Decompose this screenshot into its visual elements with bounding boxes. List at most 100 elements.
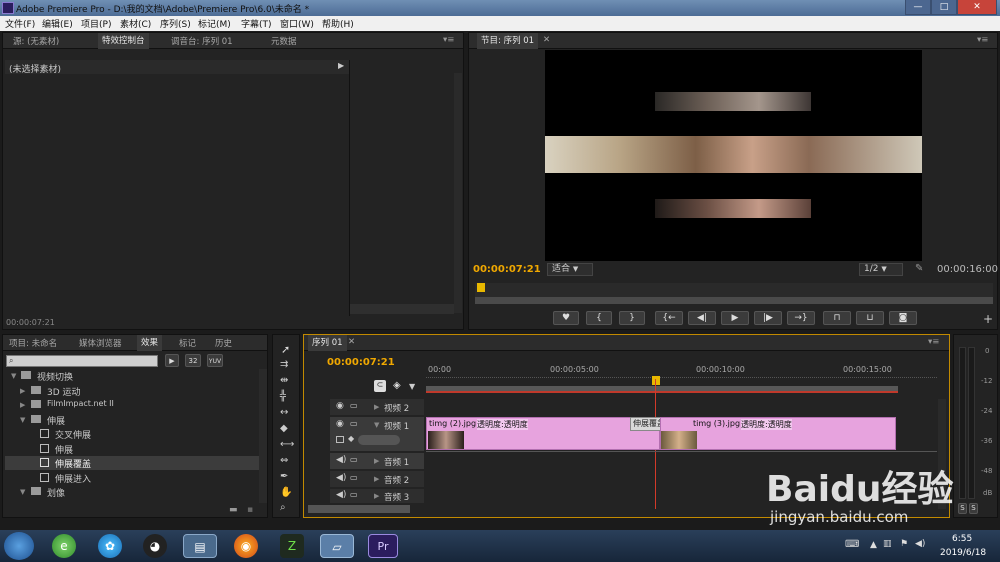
go-to-in-button[interactable]: {← <box>655 311 683 325</box>
maximize-button[interactable]: □ <box>931 0 957 15</box>
slip-tool-icon[interactable]: ⟷ <box>280 439 294 450</box>
keyboard-icon[interactable]: ⌨ <box>845 539 859 550</box>
lock-icon[interactable]: ▭ <box>350 419 358 428</box>
slide-tool-icon[interactable]: ⇔ <box>280 455 288 466</box>
work-area-bar[interactable] <box>426 386 898 393</box>
ripple-edit-tool-icon[interactable]: ⇹ <box>280 375 288 386</box>
tree-item[interactable]: 伸展 <box>5 442 259 456</box>
menu-edit[interactable]: 编辑(E) <box>42 17 73 30</box>
lock-icon[interactable]: ▭ <box>350 455 358 464</box>
file-explorer-icon[interactable]: ▤ <box>183 534 217 558</box>
timeline-scrollbar[interactable] <box>350 304 454 314</box>
expand-closed-icon[interactable]: ▶ <box>374 492 379 500</box>
program-current-timecode[interactable]: 00:00:07:21 <box>473 264 541 275</box>
window-app-icon[interactable]: ▱ <box>320 534 354 558</box>
speaker-icon[interactable]: ◀) <box>336 490 346 500</box>
mark-out-button[interactable]: } <box>619 311 645 325</box>
fit-dropdown[interactable]: 适合 ▼ <box>547 263 593 276</box>
media-player-icon[interactable]: ✿ <box>98 534 122 558</box>
vertical-scrollbar[interactable] <box>259 369 267 503</box>
zoom-tool-icon[interactable]: ⌕ <box>280 502 286 513</box>
wrench-icon[interactable]: ✎ <box>915 263 923 274</box>
track-select-tool-icon[interactable]: ⇉ <box>280 359 288 370</box>
lock-icon[interactable]: ▭ <box>350 490 358 499</box>
start-button[interactable] <box>4 532 34 560</box>
qq-icon[interactable]: ◕ <box>143 534 167 558</box>
camera-icon[interactable]: ◙ <box>889 311 917 325</box>
yuv-effects-badge[interactable]: YUV <box>207 354 223 367</box>
add-marker-icon[interactable]: ▼ <box>409 382 415 391</box>
extract-button[interactable]: ⊔ <box>856 311 884 325</box>
edit-marker-icon[interactable]: ◈ <box>393 380 401 391</box>
step-forward-button[interactable]: |▶ <box>754 311 782 325</box>
menu-clip[interactable]: 素材(C) <box>120 17 151 30</box>
minimize-button[interactable]: — <box>905 0 931 15</box>
program-time-ruler[interactable] <box>475 283 993 297</box>
video-clip[interactable]: timg (2).jpg 透明度:透明度 <box>426 417 660 450</box>
lift-button[interactable]: ⊓ <box>823 311 851 325</box>
menu-window[interactable]: 窗口(W) <box>280 17 314 30</box>
tab-source[interactable]: 源: (无素材) <box>13 35 59 47</box>
tree-item[interactable]: ▶ FilmImpact.net II <box>5 398 259 412</box>
go-to-out-button[interactable]: →} <box>787 311 815 325</box>
rate-stretch-tool-icon[interactable]: ↔ <box>280 407 288 418</box>
keyframe-nav[interactable] <box>358 435 400 445</box>
clip-fx-dropdown[interactable]: 透明度:透明度 <box>477 419 528 430</box>
panel-menu-icon[interactable]: ▾≡ <box>977 35 988 45</box>
keyframe-icon[interactable]: ◆ <box>348 434 354 443</box>
tree-item[interactable]: ▶ 3D 运动 <box>5 384 259 398</box>
tree-item[interactable]: ▼ 伸展 <box>5 413 259 427</box>
tab-metadata[interactable]: 元数据 <box>271 35 297 47</box>
lock-icon[interactable]: ▭ <box>350 401 358 410</box>
tray-expand-icon[interactable]: ▲ <box>870 540 877 550</box>
track-header-a1[interactable]: ◀) ▭ ▶ 音频 1 <box>330 453 424 469</box>
track-header-a2[interactable]: ◀) ▭ ▶ 音频 2 <box>330 471 424 487</box>
menu-project[interactable]: 项目(P) <box>81 17 111 30</box>
play-button[interactable]: ▶ <box>721 311 749 325</box>
tab-media-browser[interactable]: 媒体浏览器 <box>79 337 122 349</box>
expand-open-icon[interactable]: ▼ <box>374 421 379 429</box>
tree-item[interactable]: ▼ 划像 <box>5 485 259 499</box>
snap-icon[interactable]: ⊂ <box>374 380 386 392</box>
pen-tool-icon[interactable]: ✒ <box>280 471 288 482</box>
tree-item[interactable]: ▼ 视频切换 <box>5 369 259 383</box>
speaker-icon[interactable]: ◀) <box>336 455 346 465</box>
new-bin-icon[interactable]: ▬ <box>229 505 238 515</box>
vertical-scrollbar[interactable] <box>454 73 462 313</box>
add-button-icon[interactable]: + <box>983 312 993 326</box>
tab-program[interactable]: 节目: 序列 01 <box>477 33 539 49</box>
app-z-icon[interactable]: Z <box>280 534 304 558</box>
accelerated-effects-icon[interactable]: ▶ <box>165 354 179 367</box>
clip-fx-dropdown[interactable]: 透明度:透明度 <box>741 419 792 430</box>
network-icon[interactable]: ▥ <box>883 539 892 549</box>
add-marker-button[interactable]: ♥ <box>553 311 579 325</box>
panel-menu-icon[interactable]: ▾≡ <box>443 35 454 45</box>
mark-in-button[interactable]: { <box>586 311 612 325</box>
playhead-marker[interactable] <box>477 283 485 292</box>
hand-tool-icon[interactable]: ✋ <box>280 487 292 498</box>
firefox-icon[interactable]: ◉ <box>234 534 258 558</box>
effects-search-input[interactable]: ⌕ <box>6 355 158 367</box>
close-tab-icon[interactable]: ✕ <box>543 35 550 45</box>
menu-title[interactable]: 字幕(T) <box>241 17 272 30</box>
lock-icon[interactable]: ▭ <box>350 473 358 482</box>
premiere-taskbar-icon[interactable]: Pr <box>368 534 398 558</box>
menu-help[interactable]: 帮助(H) <box>322 17 354 30</box>
track-header-v1[interactable]: ◉ ▭ ▼ 视频 1 ◆ <box>330 417 424 451</box>
clock-date[interactable]: 2019/6/18 <box>940 548 986 558</box>
eye-icon[interactable]: ◉ <box>336 401 344 411</box>
volume-icon[interactable]: ◀) <box>915 539 925 549</box>
track-header-a3[interactable]: ◀) ▭ ▶ 音频 3 <box>330 489 424 503</box>
expand-closed-icon[interactable]: ▶ <box>374 403 379 411</box>
timeline-current-timecode[interactable]: 00:00:07:21 <box>327 357 395 368</box>
menu-marker[interactable]: 标记(M) <box>198 17 231 30</box>
menu-sequence[interactable]: 序列(S) <box>160 17 191 30</box>
app-360-icon[interactable]: e <box>52 534 76 558</box>
expand-closed-icon[interactable]: ▶ <box>374 475 379 483</box>
tab-effect-controls[interactable]: 特效控制台 <box>98 33 149 49</box>
flag-icon[interactable]: ⚑ <box>900 539 908 549</box>
display-style-icon[interactable] <box>336 436 344 443</box>
rolling-edit-tool-icon[interactable]: ╬ <box>280 391 286 402</box>
tab-effects[interactable]: 效果 <box>137 335 163 351</box>
tab-markers[interactable]: 标记 <box>179 337 196 349</box>
